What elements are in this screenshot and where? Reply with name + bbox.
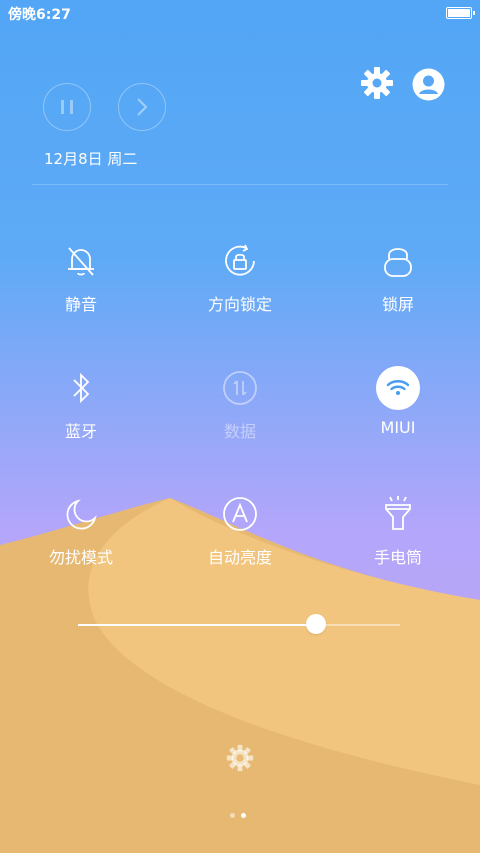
toggle-label: 数据	[223, 422, 256, 441]
battery-icon	[446, 7, 475, 19]
toggle-auto-brightness[interactable]: 自动亮度	[180, 491, 300, 568]
account-avatar-icon[interactable]	[412, 68, 445, 101]
settings-gear-icon[interactable]	[360, 66, 394, 100]
toggle-silent[interactable]: 静音	[21, 238, 141, 315]
page-indicator	[230, 813, 246, 818]
toggle-rotation-lock[interactable]: 方向锁定	[180, 238, 300, 315]
divider	[32, 184, 448, 185]
toggle-label: MIUI	[380, 418, 416, 437]
lock-icon	[375, 238, 421, 284]
date-label: 12月8日 周二	[44, 150, 138, 168]
mobile-data-icon	[217, 365, 263, 411]
wifi-icon	[375, 365, 421, 411]
brightness-slider[interactable]	[78, 624, 400, 626]
toggle-label: 锁屏	[381, 295, 414, 314]
pause-icon	[61, 100, 73, 114]
toggle-label: 静音	[64, 295, 97, 314]
toggle-flashlight[interactable]: 手电筒	[338, 491, 458, 568]
edit-settings-icon[interactable]	[226, 744, 254, 772]
bluetooth-icon	[58, 365, 104, 411]
silent-bell-icon	[58, 238, 104, 284]
toggle-label: 手电筒	[373, 548, 422, 567]
rotation-lock-icon	[217, 238, 263, 284]
toggle-label: 自动亮度	[207, 548, 272, 567]
toggle-label: 方向锁定	[207, 295, 272, 314]
next-button[interactable]	[118, 83, 166, 131]
pause-button[interactable]	[43, 83, 91, 131]
toggle-mobile-data[interactable]: 数据	[180, 365, 300, 442]
moon-icon	[58, 491, 104, 537]
toggle-label: 蓝牙	[64, 422, 97, 441]
toggle-label: 勿扰模式	[48, 548, 113, 567]
page-dot-active	[241, 813, 246, 818]
flashlight-icon	[375, 491, 421, 537]
chevron-right-icon	[137, 98, 148, 116]
auto-brightness-icon	[217, 491, 263, 537]
toggle-do-not-disturb[interactable]: 勿扰模式	[21, 491, 141, 568]
toggle-lock-screen[interactable]: 锁屏	[338, 238, 458, 315]
toggle-wifi[interactable]: MIUI	[338, 365, 458, 437]
page-dot	[230, 813, 235, 818]
toggle-bluetooth[interactable]: 蓝牙	[21, 365, 141, 442]
brightness-slider-fill	[78, 624, 317, 626]
status-time: 傍晚6:27	[8, 7, 71, 23]
